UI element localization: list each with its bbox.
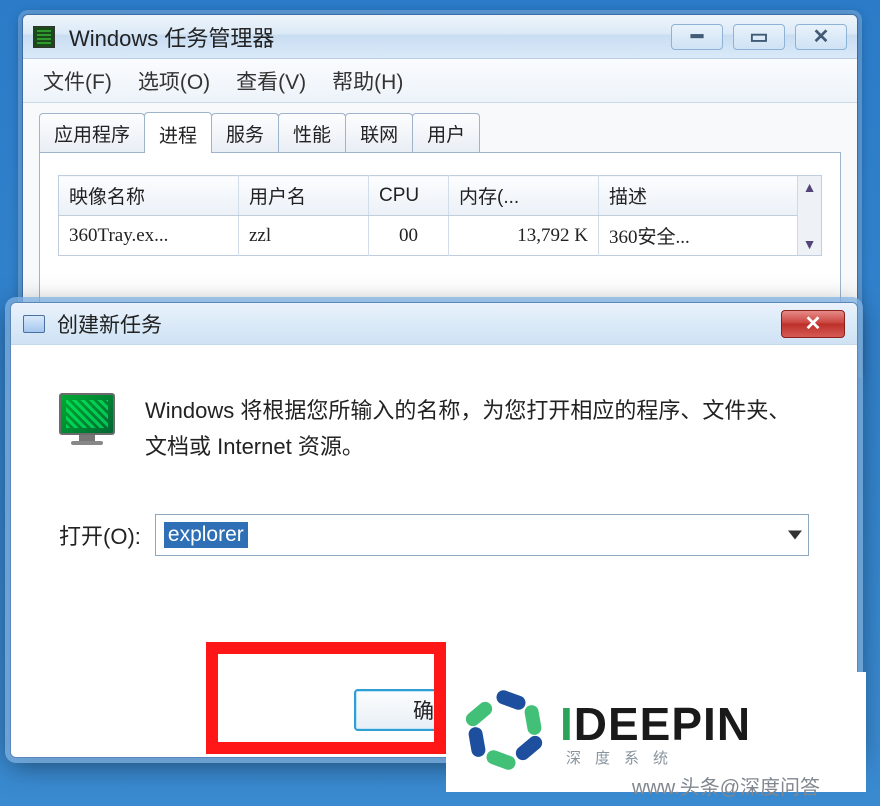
message-row: Windows 将根据您所输入的名称，为您打开相应的程序、文件夹、文档或 Int…	[59, 393, 809, 466]
close-button[interactable]: ✕	[781, 310, 845, 338]
menu-options[interactable]: 选项(O)	[138, 66, 210, 96]
chevron-down-icon[interactable]	[788, 530, 802, 539]
program-monitor-icon	[59, 393, 119, 447]
brand-swirl-icon	[456, 687, 546, 777]
col-image-name[interactable]: 映像名称	[59, 176, 239, 216]
menu-help[interactable]: 帮助(H)	[332, 66, 403, 96]
scroll-down-icon[interactable]: ▼	[798, 233, 821, 255]
brand-logo-text: IDEEPIN	[560, 697, 751, 751]
cell-image-name: 360Tray.ex...	[59, 216, 239, 256]
close-button[interactable]: ✕	[795, 24, 847, 50]
task-manager-title: Windows 任务管理器	[69, 21, 671, 53]
task-manager-menubar: 文件(F) 选项(O) 查看(V) 帮助(H)	[23, 59, 857, 103]
col-user[interactable]: 用户名	[239, 176, 369, 216]
minimize-button[interactable]: ━	[671, 24, 723, 50]
create-task-titlebar[interactable]: 创建新任务 ✕	[11, 303, 857, 345]
open-combobox[interactable]: explorer	[155, 514, 809, 556]
watermark-text: www.头条@深度问答	[632, 771, 820, 800]
window-controls: ━ ▭ ✕	[671, 24, 847, 50]
cell-memory: 13,792 K	[449, 216, 599, 256]
col-description[interactable]: 描述	[599, 176, 822, 216]
cell-cpu: 00	[369, 216, 449, 256]
open-row: 打开(O): explorer	[59, 514, 809, 556]
run-dialog-icon	[23, 315, 45, 333]
maximize-button[interactable]: ▭	[733, 24, 785, 50]
table-row[interactable]: 360Tray.ex... zzl 00 13,792 K 360安全...	[59, 216, 822, 256]
process-table: 映像名称 用户名 CPU 内存(... 描述 360Tray.ex... zzl…	[58, 175, 822, 256]
tab-performance[interactable]: 性能	[278, 113, 346, 152]
create-task-title: 创建新任务	[57, 309, 162, 339]
cell-description: 360安全...	[599, 216, 822, 256]
scroll-up-icon[interactable]: ▲	[798, 176, 821, 198]
tab-processes[interactable]: 进程	[144, 112, 212, 153]
col-memory[interactable]: 内存(...	[449, 176, 599, 216]
open-label: 打开(O):	[59, 519, 141, 551]
col-cpu[interactable]: CPU	[369, 176, 449, 216]
table-header-row: 映像名称 用户名 CPU 内存(... 描述	[59, 176, 822, 216]
create-task-message: Windows 将根据您所输入的名称，为您打开相应的程序、文件夹、文档或 Int…	[145, 393, 809, 466]
tab-network[interactable]: 联网	[345, 113, 413, 152]
tab-strip: 应用程序 进程 服务 性能 联网 用户	[39, 117, 841, 153]
vertical-scrollbar[interactable]: ▲ ▼	[797, 176, 821, 255]
task-manager-titlebar[interactable]: Windows 任务管理器 ━ ▭ ✕	[23, 15, 857, 59]
open-input-value[interactable]: explorer	[164, 522, 248, 548]
brand-text: IDEEPIN 深度系统	[560, 697, 751, 768]
tab-users[interactable]: 用户	[412, 113, 480, 152]
menu-view[interactable]: 查看(V)	[236, 66, 306, 96]
tab-apps[interactable]: 应用程序	[39, 113, 145, 152]
tab-services[interactable]: 服务	[211, 113, 279, 152]
process-table-wrap: 映像名称 用户名 CPU 内存(... 描述 360Tray.ex... zzl…	[58, 175, 822, 256]
cell-user: zzl	[239, 216, 369, 256]
task-manager-icon	[33, 26, 55, 48]
brand-tagline: 深度系统	[560, 747, 751, 768]
menu-file[interactable]: 文件(F)	[43, 66, 112, 96]
